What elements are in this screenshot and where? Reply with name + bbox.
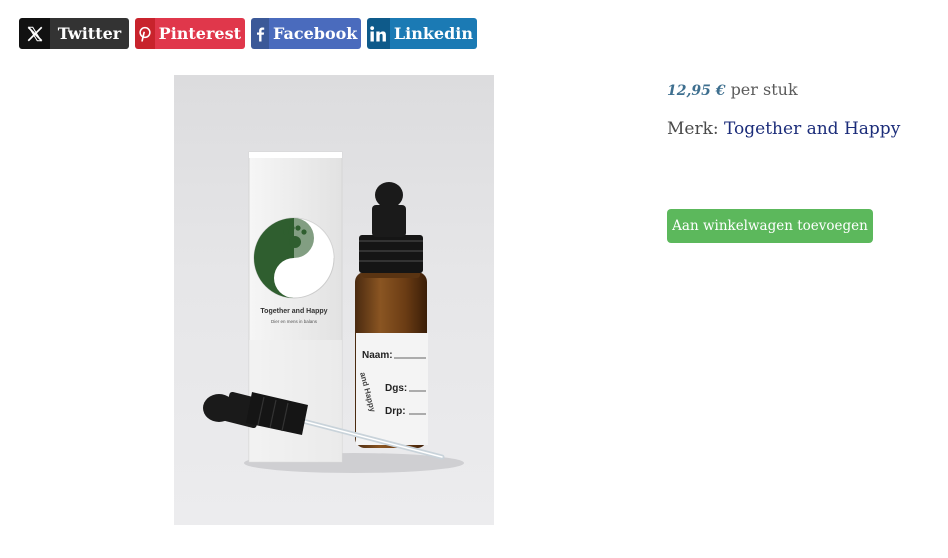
box-logo-subtitle: Dier en mens in balans bbox=[271, 319, 318, 324]
add-to-cart-button[interactable]: Aan winkelwagen toevoegen bbox=[667, 209, 873, 243]
x-logo-icon bbox=[19, 18, 50, 49]
share-linkedin-label: Linkedin bbox=[389, 18, 477, 49]
dropper-bottle: Naam: Dgs: Drp: and Happy bbox=[355, 182, 428, 448]
product-price: 12,95 € bbox=[667, 83, 726, 99]
share-pinterest-button[interactable]: Pinterest bbox=[135, 18, 245, 49]
brand-line: Merk: Together and Happy bbox=[667, 119, 900, 139]
share-pinterest-label: Pinterest bbox=[154, 18, 245, 49]
facebook-icon bbox=[251, 18, 269, 49]
share-twitter-label: Twitter bbox=[50, 18, 129, 49]
share-facebook-label: Facebook bbox=[269, 18, 361, 49]
brand-link[interactable]: Together and Happy bbox=[724, 119, 900, 139]
pinterest-icon bbox=[135, 18, 155, 49]
label-drp: Drp: bbox=[385, 406, 406, 417]
linkedin-icon bbox=[367, 18, 390, 49]
label-name: Naam: bbox=[362, 350, 393, 361]
share-facebook-button[interactable]: Facebook bbox=[251, 18, 361, 49]
share-linkedin-button[interactable]: Linkedin bbox=[367, 18, 477, 49]
box-logo-title: Together and Happy bbox=[260, 308, 327, 315]
price-line: 12,95 € per stuk bbox=[667, 80, 798, 99]
brand-label: Merk: bbox=[667, 119, 719, 139]
share-twitter-button[interactable]: Twitter bbox=[19, 18, 129, 49]
price-unit: per stuk bbox=[730, 80, 798, 99]
product-image[interactable]: Together and Happy Dier en mens in balan… bbox=[174, 75, 494, 525]
label-dgs: Dgs: bbox=[385, 383, 407, 394]
